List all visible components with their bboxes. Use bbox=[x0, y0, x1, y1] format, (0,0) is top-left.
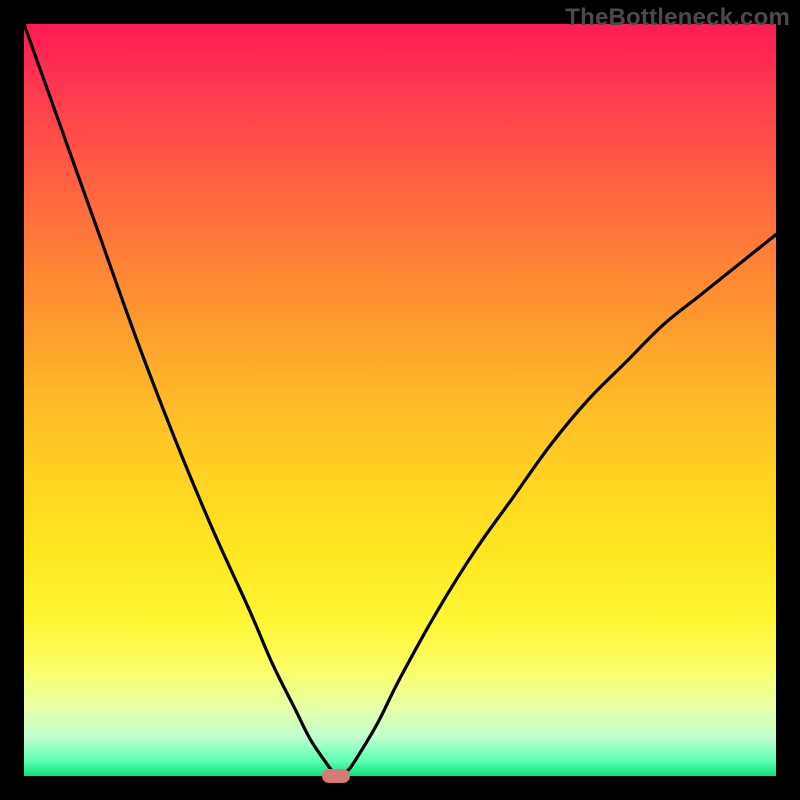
bottleneck-curve bbox=[24, 24, 776, 776]
chart-plot-area bbox=[24, 24, 776, 776]
watermark-text: TheBottleneck.com bbox=[565, 4, 790, 32]
optimal-point-marker bbox=[322, 769, 350, 783]
